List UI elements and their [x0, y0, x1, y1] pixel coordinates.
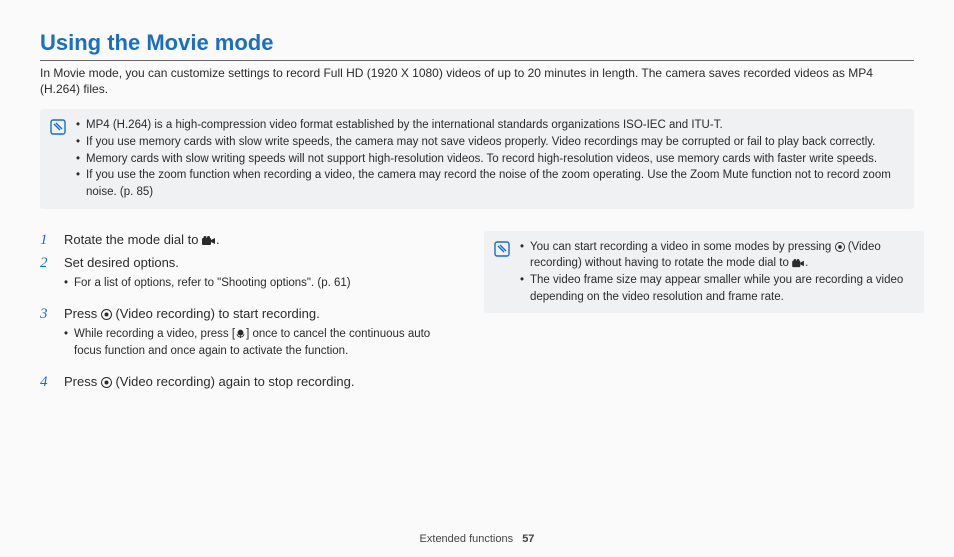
- step-2: 2 Set desired options. For a list of opt…: [40, 254, 438, 301]
- note-icon: [494, 241, 510, 257]
- step-sub-item: While recording a video, press [ ] once …: [64, 326, 438, 359]
- top-note-list: MP4 (H.264) is a high-compression video …: [76, 117, 904, 200]
- note-item: If you use the zoom function when record…: [76, 167, 904, 200]
- step-text: Press: [64, 374, 101, 389]
- document-page: Using the Movie mode In Movie mode, you …: [0, 0, 954, 557]
- step-body: Press (Video recording) again to stop re…: [64, 373, 438, 393]
- step-3: 3 Press (Video recording) to start recor…: [40, 305, 438, 369]
- footer-page-number: 57: [522, 533, 534, 545]
- step-body: Set desired options. For a list of optio…: [64, 254, 438, 301]
- step-number: 3: [40, 305, 54, 369]
- top-note-box: MP4 (H.264) is a high-compression video …: [40, 109, 914, 208]
- note-item: MP4 (H.264) is a high-compression video …: [76, 117, 904, 134]
- step-body: Rotate the mode dial to .: [64, 231, 438, 251]
- record-button-icon: [835, 242, 845, 252]
- page-footer: Extended functions 57: [0, 533, 954, 545]
- title-divider: [40, 60, 914, 61]
- content-columns: 1 Rotate the mode dial to . 2 Set desire…: [40, 231, 914, 397]
- step-1: 1 Rotate the mode dial to .: [40, 231, 438, 251]
- note-item: Memory cards with slow writing speeds wi…: [76, 151, 904, 168]
- step-text: Rotate the mode dial to: [64, 232, 202, 247]
- step-sub-item: For a list of options, refer to "Shootin…: [64, 275, 438, 292]
- side-note-list: You can start recording a video in some …: [520, 239, 914, 306]
- note-item: You can start recording a video in some …: [520, 239, 914, 272]
- step-number: 4: [40, 373, 54, 393]
- right-column: You can start recording a video in some …: [484, 231, 914, 314]
- step-text-mid: (Video recording) to start recording.: [115, 306, 319, 321]
- step-sub-list: While recording a video, press [ ] once …: [64, 326, 438, 359]
- intro-text: In Movie mode, you can customize setting…: [40, 65, 914, 97]
- macro-icon: [235, 328, 246, 339]
- footer-section: Extended functions: [420, 533, 514, 545]
- sub-text-before: While recording a video, press [: [74, 328, 235, 340]
- page-title: Using the Movie mode: [40, 30, 914, 56]
- note-text: You can start recording a video in some …: [530, 241, 835, 253]
- side-note-box: You can start recording a video in some …: [484, 231, 924, 314]
- step-text: Set desired options.: [64, 255, 179, 270]
- note-icon: [50, 119, 66, 135]
- step-text-after: .: [216, 232, 220, 247]
- note-item: The video frame size may appear smaller …: [520, 272, 914, 305]
- record-button-icon: [101, 309, 112, 320]
- movie-mode-icon: [792, 259, 805, 268]
- record-button-icon: [101, 377, 112, 388]
- step-sub-list: For a list of options, refer to "Shootin…: [64, 275, 438, 292]
- step-number: 2: [40, 254, 54, 301]
- note-item: If you use memory cards with slow write …: [76, 134, 904, 151]
- step-body: Press (Video recording) to start recordi…: [64, 305, 438, 369]
- left-column: 1 Rotate the mode dial to . 2 Set desire…: [40, 231, 438, 397]
- note-text: .: [805, 257, 808, 269]
- step-text-mid: (Video recording) again to stop recordin…: [115, 374, 354, 389]
- step-text: Press: [64, 306, 101, 321]
- step-4: 4 Press (Video recording) again to stop …: [40, 373, 438, 393]
- step-number: 1: [40, 231, 54, 251]
- movie-mode-icon: [202, 236, 216, 246]
